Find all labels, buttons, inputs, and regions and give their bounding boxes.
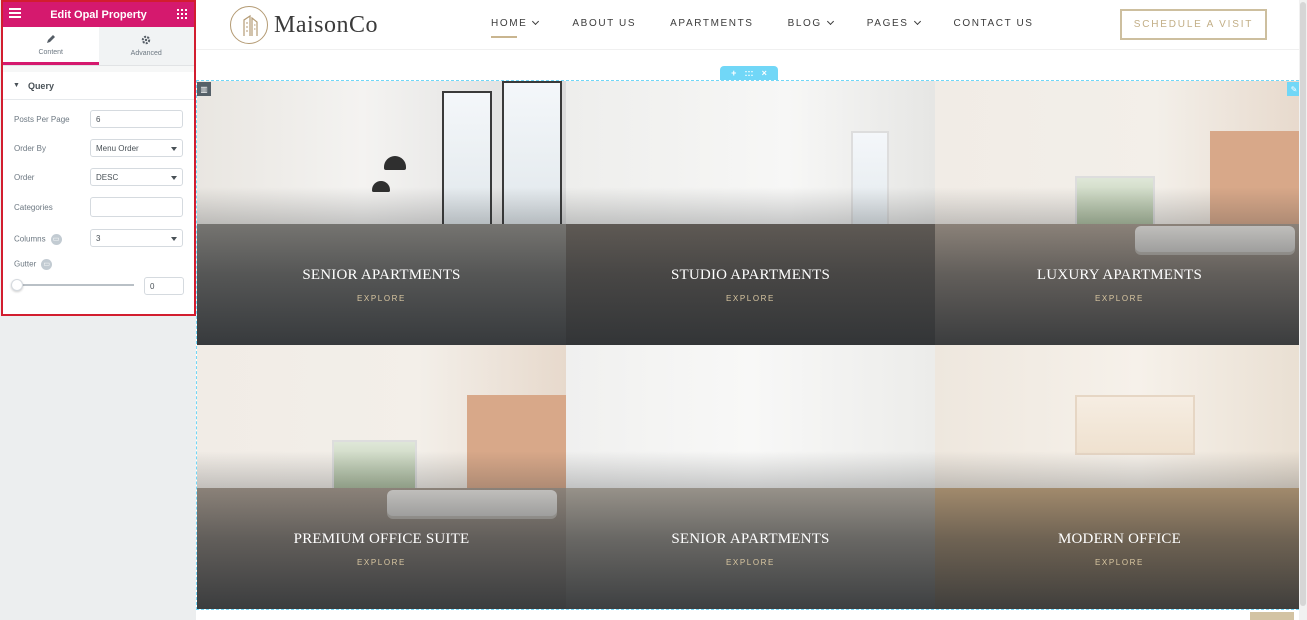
order-select[interactable]: DESC (90, 168, 183, 186)
site-preview: MaisonCo HOME ABOUT US APARTMENTS BLOG P… (196, 0, 1307, 620)
chevron-down-icon (532, 17, 540, 26)
query-section-title: Query (27, 80, 54, 91)
caret-down-icon: ▼ (13, 82, 20, 89)
property-title: SENIOR APARTMENTS (671, 531, 830, 547)
panel-title: Edit Opal Property (50, 8, 147, 21)
property-card[interactable]: SENIOR APARTMENTS EXPLORE (197, 81, 566, 345)
property-card[interactable]: LUXURY APARTMENTS EXPLORE (935, 81, 1304, 345)
responsive-monitor-icon[interactable]: ▭ (41, 259, 53, 270)
property-card[interactable]: MODERN OFFICE EXPLORE (935, 345, 1304, 609)
explore-link[interactable]: EXPLORE (566, 558, 935, 567)
nav-about-us[interactable]: ABOUT US (572, 18, 636, 29)
window-shape (1075, 395, 1195, 455)
property-card[interactable]: PREMIUM OFFICE SUITE EXPLORE (197, 345, 566, 609)
drag-section-icon[interactable]: ::: (745, 68, 754, 78)
card-overlay (566, 450, 935, 609)
nav-contact-us[interactable]: CONTACT US (954, 18, 1034, 29)
property-title: PREMIUM OFFICE SUITE (293, 531, 470, 547)
building-logo-icon (230, 6, 268, 44)
query-controls: Posts Per Page 6 Order By Menu Order Ord… (3, 100, 194, 314)
logo-text: MaisonCo (274, 11, 379, 38)
section-handle: + ::: × (720, 66, 778, 80)
gear-icon (141, 35, 151, 47)
nav-apartments[interactable]: APARTMENTS (670, 18, 753, 29)
chevron-down-icon (913, 17, 921, 26)
property-grid: SENIOR APARTMENTS EXPLORE STUDIO APARTME… (197, 81, 1304, 609)
pencil-icon (46, 34, 56, 46)
property-title: LUXURY APARTMENTS (1036, 267, 1203, 283)
page-scrollbar[interactable] (1299, 0, 1307, 620)
main-nav: HOME ABOUT US APARTMENTS BLOG PAGES CONT… (491, 17, 1068, 38)
tab-content[interactable]: Content (3, 27, 99, 65)
editor-panel: Edit Opal Property Content Advanced ▼ Qu… (0, 0, 196, 620)
hamburger-menu-icon[interactable] (9, 8, 21, 20)
query-section-toggle[interactable]: ▼ Query (3, 72, 194, 100)
widget-settings-frame: Edit Opal Property Content Advanced ▼ Qu… (1, 0, 196, 316)
columns-label-group: Columns ▭ (14, 234, 62, 245)
posts-per-page-label: Posts Per Page (14, 115, 70, 124)
order-value: DESC (96, 172, 119, 182)
nav-pages[interactable]: PAGES (866, 17, 921, 29)
card-overlay (935, 186, 1304, 345)
column-handle-icon[interactable]: ▥ (197, 82, 211, 96)
widgets-grid-icon[interactable] (177, 9, 187, 19)
columns-select[interactable]: 3 (90, 229, 183, 247)
nav-pages-label: PAGES (866, 18, 909, 29)
gutter-slider-handle[interactable] (11, 279, 23, 291)
order-by-value: Menu Order (96, 143, 139, 153)
property-title: MODERN OFFICE (1057, 531, 1182, 547)
schedule-visit-button[interactable]: SCHEDULE A VISIT (1120, 9, 1267, 40)
nav-home-label: HOME (491, 18, 528, 29)
gutter-label: Gutter (14, 259, 37, 269)
delete-section-icon[interactable]: × (762, 68, 767, 78)
explore-link[interactable]: EXPLORE (566, 294, 935, 303)
site-logo[interactable]: MaisonCo (230, 6, 378, 44)
columns-value: 3 (96, 233, 101, 243)
order-label: Order (14, 173, 35, 182)
site-header: MaisonCo HOME ABOUT US APARTMENTS BLOG P… (196, 0, 1307, 50)
responsive-monitor-icon[interactable]: ▭ (50, 234, 62, 245)
panel-header: Edit Opal Property (3, 2, 194, 27)
order-by-select[interactable]: Menu Order (90, 139, 183, 157)
categories-label: Categories (14, 203, 53, 212)
order-by-label: Order By (14, 144, 47, 153)
card-overlay (197, 450, 566, 609)
property-title: STUDIO APARTMENTS (670, 267, 831, 283)
gutter-input[interactable]: 0 (144, 277, 184, 295)
columns-label: Columns (14, 234, 46, 244)
nav-blog[interactable]: BLOG (787, 17, 834, 29)
categories-input[interactable] (90, 197, 183, 217)
add-section-icon[interactable]: + (731, 68, 736, 78)
next-section (196, 610, 1307, 620)
scrollbar-thumb[interactable] (1300, 2, 1306, 606)
card-overlay (197, 186, 566, 345)
dropdown-arrow-icon (171, 176, 177, 180)
chevron-down-icon (826, 17, 834, 26)
nav-contact-label: CONTACT US (953, 18, 1034, 29)
tab-content-label: Content (38, 48, 64, 56)
property-title: SENIOR APARTMENTS (302, 267, 461, 283)
nav-about-label: ABOUT US (572, 18, 637, 29)
property-card[interactable]: STUDIO APARTMENTS EXPLORE (566, 81, 935, 345)
property-card[interactable]: SENIOR APARTMENTS EXPLORE (566, 345, 935, 609)
explore-link[interactable]: EXPLORE (935, 558, 1304, 567)
explore-link[interactable]: EXPLORE (935, 294, 1304, 303)
nav-blog-label: BLOG (787, 18, 822, 29)
explore-link[interactable]: EXPLORE (197, 558, 566, 567)
card-overlay (935, 450, 1304, 609)
gutter-label-group: Gutter ▭ (14, 259, 53, 270)
dropdown-arrow-icon (171, 147, 177, 151)
tab-advanced-label: Advanced (130, 50, 162, 57)
tab-advanced[interactable]: Advanced (98, 27, 194, 65)
nav-home[interactable]: HOME (491, 17, 540, 38)
gutter-slider-track[interactable] (17, 284, 134, 286)
decor-image (1250, 612, 1294, 620)
editor-workspace: Edit Opal Property Content Advanced ▼ Qu… (0, 0, 1307, 620)
panel-tabs: Content Advanced (3, 27, 194, 66)
explore-link[interactable]: EXPLORE (197, 294, 566, 303)
nav-apartments-label: APARTMENTS (670, 18, 754, 29)
dropdown-arrow-icon (171, 237, 177, 241)
posts-per-page-input[interactable]: 6 (90, 110, 183, 128)
card-overlay (566, 186, 935, 345)
